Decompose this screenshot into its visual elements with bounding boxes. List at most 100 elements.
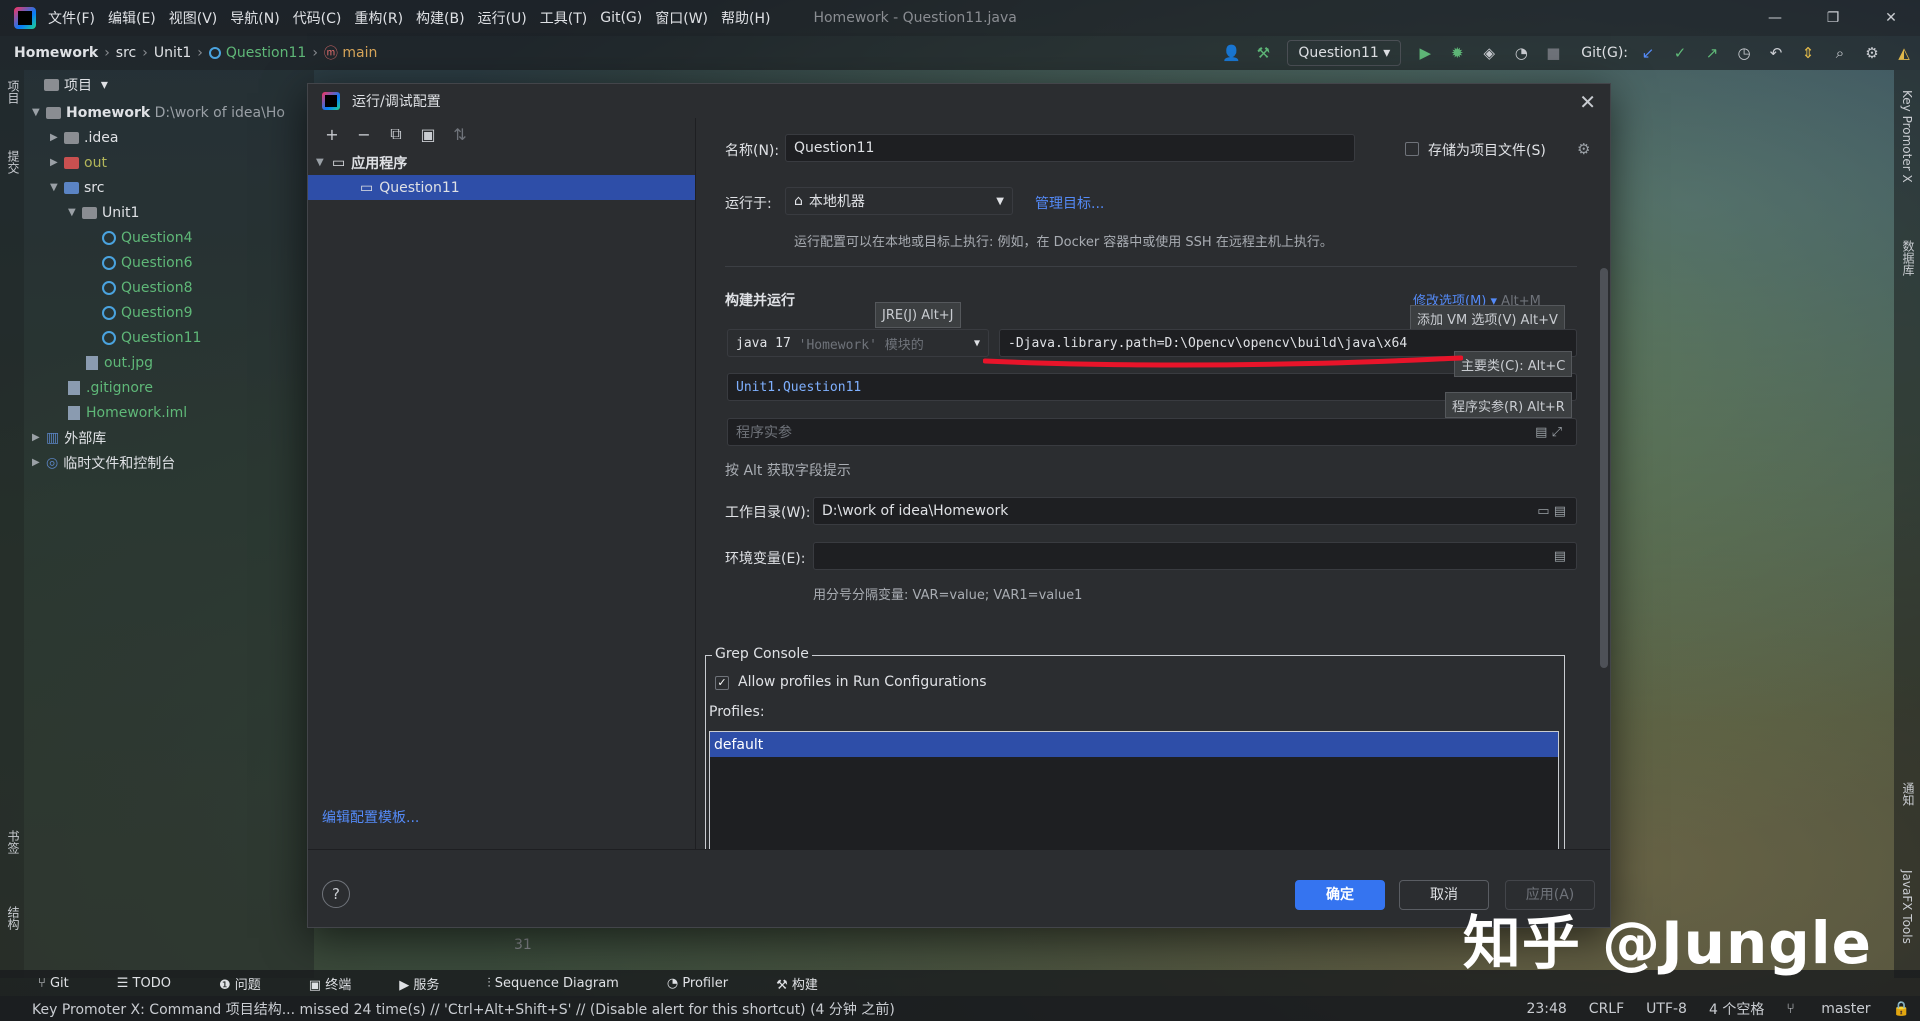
- history-icon[interactable]: ◷: [1731, 40, 1757, 66]
- new-folder-icon[interactable]: ▣: [412, 125, 444, 144]
- stop-icon[interactable]: ■: [1540, 40, 1566, 66]
- toolwin-profiler[interactable]: ◔ Profiler: [667, 976, 752, 991]
- toolwin-git[interactable]: ⑂ Git: [38, 976, 93, 991]
- add-config-icon[interactable]: +: [316, 125, 348, 144]
- tree-iml[interactable]: Homework.iml: [24, 400, 314, 425]
- config-group-application[interactable]: ▼ ▭ 应用程序: [308, 150, 695, 175]
- debug-icon[interactable]: ✹: [1444, 40, 1470, 66]
- breadcrumb-project[interactable]: Homework: [14, 45, 98, 61]
- strip-commit[interactable]: 提交: [5, 150, 22, 174]
- strip-structure[interactable]: 结构: [5, 906, 22, 930]
- config-item-question11[interactable]: ▭ Question11: [308, 175, 695, 200]
- run-config-selector[interactable]: Question11 ▾: [1287, 40, 1402, 66]
- git-update-icon[interactable]: ↙: [1635, 40, 1661, 66]
- workdir-input[interactable]: D:\work of idea\Homework ▭ ▤: [813, 497, 1577, 525]
- tree-scratches[interactable]: ▶ ◎ 临时文件和控制台: [24, 450, 314, 475]
- coverage-icon[interactable]: ◈: [1476, 40, 1502, 66]
- run-on-select[interactable]: ⌂ 本地机器 ▼: [785, 187, 1013, 215]
- git-push-icon[interactable]: ↗: [1699, 40, 1725, 66]
- menu-window[interactable]: 窗口(W): [655, 8, 708, 28]
- program-args-input[interactable]: 程序实参 ▤ ⤢: [727, 418, 1577, 446]
- env-input[interactable]: ▤: [813, 542, 1577, 570]
- manage-targets-link[interactable]: 管理目标...: [1035, 193, 1104, 213]
- tree-class-question6[interactable]: Question6: [24, 250, 314, 275]
- name-input[interactable]: Question11: [785, 134, 1355, 162]
- dialog-close-icon[interactable]: ✕: [1579, 90, 1596, 114]
- close-window-icon[interactable]: ✕: [1862, 0, 1920, 36]
- tree-unit1[interactable]: ▼ Unit1: [24, 200, 314, 225]
- git-commit-icon[interactable]: ✓: [1667, 40, 1693, 66]
- lock-icon[interactable]: 🔒: [1893, 1001, 1910, 1017]
- status-message[interactable]: Key Promoter X: Command 项目结构... missed 2…: [32, 999, 895, 1019]
- status-encoding[interactable]: UTF-8: [1646, 1001, 1687, 1017]
- tree-idea[interactable]: ▶ .idea: [24, 125, 314, 150]
- tree-external-libs[interactable]: ▶ ▥ 外部库: [24, 425, 314, 450]
- breadcrumb-method[interactable]: main: [342, 45, 377, 61]
- strip-project[interactable]: 项目: [5, 80, 22, 104]
- search-icon[interactable]: ⌕: [1827, 40, 1853, 66]
- breadcrumb-file[interactable]: Question11: [226, 45, 306, 61]
- remove-config-icon[interactable]: −: [348, 125, 380, 144]
- help-icon[interactable]: ?: [322, 880, 350, 908]
- ok-button[interactable]: 确定: [1295, 880, 1385, 910]
- strip-notifications[interactable]: 通知: [1900, 782, 1917, 806]
- toolwin-todo[interactable]: ☰ TODO: [117, 976, 195, 991]
- minimize-icon[interactable]: —: [1746, 0, 1804, 36]
- tree-out[interactable]: ▶ out: [24, 150, 314, 175]
- status-indent[interactable]: 4 个空格: [1709, 999, 1764, 1019]
- user-icon[interactable]: 👤: [1218, 40, 1244, 66]
- menu-code[interactable]: 代码(C): [293, 8, 342, 28]
- strip-javafx[interactable]: JavaFX Tools: [1900, 870, 1914, 944]
- tree-gitignore[interactable]: .gitignore: [24, 375, 314, 400]
- project-panel-header[interactable]: 项目 ▾: [24, 70, 314, 100]
- menu-file[interactable]: 文件(F): [48, 8, 95, 28]
- toolwin-problems[interactable]: ❶ 问题: [219, 974, 285, 993]
- tree-out-jpg[interactable]: out.jpg: [24, 350, 314, 375]
- menu-run[interactable]: 运行(U): [478, 8, 527, 28]
- menu-git[interactable]: Git(G): [600, 10, 642, 26]
- toolwin-sequence[interactable]: ⫶ Sequence Diagram: [487, 976, 642, 991]
- menu-refactor[interactable]: 重构(R): [354, 8, 403, 28]
- tree-class-question9[interactable]: Question9: [24, 300, 314, 325]
- toolwin-terminal[interactable]: ▣ 终端: [309, 974, 375, 993]
- tree-class-question8[interactable]: Question8: [24, 275, 314, 300]
- sort-icon[interactable]: ⇅: [444, 125, 476, 144]
- env-edit-icon[interactable]: ▤: [1554, 549, 1566, 564]
- status-branch[interactable]: ⑂ master: [1786, 1001, 1870, 1017]
- settings-gear-icon[interactable]: ⚙: [1859, 40, 1885, 66]
- menu-navigate[interactable]: 导航(N): [230, 8, 279, 28]
- menu-help[interactable]: 帮助(H): [721, 8, 770, 28]
- edit-templates-link[interactable]: 编辑配置模板...: [322, 807, 419, 827]
- rollback-icon[interactable]: ↶: [1763, 40, 1789, 66]
- profile-icon[interactable]: ◔: [1508, 40, 1534, 66]
- run-icon[interactable]: ▶: [1412, 40, 1438, 66]
- strip-database[interactable]: 数据库: [1900, 240, 1917, 276]
- menu-view[interactable]: 视图(V): [169, 8, 218, 28]
- copy-config-icon[interactable]: ⧉: [380, 124, 412, 144]
- menu-edit[interactable]: 编辑(E): [108, 8, 156, 28]
- jre-select[interactable]: java 17 'Homework' 模块的 ▼: [727, 329, 989, 357]
- plugin-icon[interactable]: ⇕: [1795, 40, 1821, 66]
- gear-icon[interactable]: ⚙: [1577, 140, 1590, 158]
- strip-key-promoter[interactable]: Key Promoter X: [1900, 90, 1914, 183]
- expand-icon[interactable]: ▤ ⤢: [1535, 425, 1562, 440]
- breadcrumb-unit[interactable]: Unit1: [154, 45, 191, 61]
- tree-class-question11[interactable]: Question11: [24, 325, 314, 350]
- status-time[interactable]: 23:48: [1526, 1001, 1566, 1017]
- status-line-separator[interactable]: CRLF: [1589, 1001, 1624, 1017]
- tree-root[interactable]: ▼ Homework D:\work of idea\Ho: [24, 100, 314, 125]
- menu-tools[interactable]: 工具(T): [540, 8, 587, 28]
- tree-class-question4[interactable]: Question4: [24, 225, 314, 250]
- form-scrollbar[interactable]: [1600, 268, 1608, 668]
- toolwin-services[interactable]: ▶ 服务: [399, 974, 463, 993]
- tree-src[interactable]: ▼ src: [24, 175, 314, 200]
- ide-logo-icon[interactable]: ◭: [1891, 40, 1917, 66]
- profiles-list[interactable]: default: [709, 731, 1559, 855]
- allow-profiles-checkbox[interactable]: ✓: [715, 676, 729, 690]
- build-hammer-icon[interactable]: ⚒: [1250, 40, 1276, 66]
- toolwin-build[interactable]: ⚒ 构建: [776, 974, 842, 993]
- folder-browse-icon[interactable]: ▭ ▤: [1537, 504, 1566, 519]
- restore-icon[interactable]: ❐: [1804, 0, 1862, 36]
- store-as-file-checkbox[interactable]: [1405, 142, 1419, 156]
- strip-bookmarks[interactable]: 书签: [5, 830, 22, 854]
